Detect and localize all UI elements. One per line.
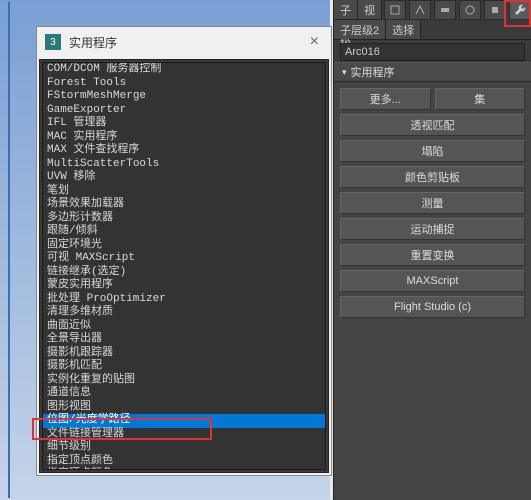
list-item[interactable]: 位图/光度学路径 <box>43 414 325 428</box>
utility-button[interactable]: 运动捕捉 <box>340 218 525 240</box>
utilities-popup: 3 实用程序 × COM/DCOM 服务器控制Forest ToolsFStor… <box>36 26 332 476</box>
list-item[interactable]: MAC 实用程序 <box>43 131 325 145</box>
utility-button[interactable]: 塌陷 <box>340 140 525 162</box>
tool-icon-4[interactable] <box>459 0 481 20</box>
list-item[interactable]: COM/DCOM 服务器控制 <box>43 63 325 77</box>
list-item[interactable]: 固定环境光 <box>43 239 325 253</box>
list-item[interactable]: MAX 文件查找程序 <box>43 144 325 158</box>
list-item[interactable]: 图形视图 <box>43 401 325 415</box>
list-item[interactable]: 可视 MAXScript <box>43 252 325 266</box>
rollout-body: 更多... 集 透视匹配塌陷颜色剪贴板测量运动捕捉重置变换 MAXScript Fl… <box>334 82 531 328</box>
popup-titlebar[interactable]: 3 实用程序 × <box>37 27 331 57</box>
list-item[interactable]: 通道信息 <box>43 387 325 401</box>
top-tabs-row1: 子层级1 视图 <box>334 0 531 20</box>
tool-icon-1[interactable] <box>384 0 406 20</box>
list-item[interactable]: 摄影机跟踪器 <box>43 347 325 361</box>
top-tabs-row2: 子层级2 选择 <box>334 20 531 40</box>
list-item[interactable]: Forest Tools <box>43 77 325 91</box>
utility-button[interactable]: 透视匹配 <box>340 114 525 136</box>
viewport-frame <box>0 2 10 498</box>
utility-button[interactable]: 测量 <box>340 192 525 214</box>
list-item[interactable]: 批处理 ProOptimizer <box>43 293 325 307</box>
list-item[interactable]: 场景效果加载器 <box>43 198 325 212</box>
tool-icon-2[interactable] <box>409 0 431 20</box>
list-item[interactable]: 摄影机匹配 <box>43 360 325 374</box>
tab-select[interactable]: 选择 <box>386 20 421 39</box>
wrench-icon[interactable] <box>509 0 531 20</box>
list-item[interactable]: MultiScatterTools <box>43 158 325 172</box>
tab-sublevel2[interactable]: 子层级2 <box>334 20 386 39</box>
list-item[interactable]: 跟随/倾斜 <box>43 225 325 239</box>
utility-button[interactable]: MAXScript <box>340 270 525 292</box>
list-item[interactable]: 清理多维材质 <box>43 306 325 320</box>
list-item[interactable]: 指定顶点颜色 <box>43 455 325 469</box>
list-item[interactable]: 笔划 <box>43 185 325 199</box>
app-icon: 3 <box>45 34 61 50</box>
utilities-list[interactable]: COM/DCOM 服务器控制Forest ToolsFStormMeshMerg… <box>42 62 326 470</box>
list-item[interactable]: 细节级别 <box>43 441 325 455</box>
list-item[interactable]: 全景导出器 <box>43 333 325 347</box>
tab-view[interactable]: 视图 <box>358 0 382 19</box>
tool-icon-5[interactable] <box>484 0 506 20</box>
list-item[interactable]: UVW 移除 <box>43 171 325 185</box>
tool-icon-3[interactable] <box>434 0 456 20</box>
list-item[interactable]: 指定顶点颜色 <box>43 468 325 470</box>
list-item[interactable]: 链接继承(选定) <box>43 266 325 280</box>
utility-button[interactable]: Flight Studio (c) <box>340 296 525 318</box>
object-name-input[interactable] <box>340 43 525 61</box>
utility-button[interactable]: 颜色剪贴板 <box>340 166 525 188</box>
list-item[interactable]: 多边形计数器 <box>43 212 325 226</box>
list-item[interactable]: GameExporter <box>43 104 325 118</box>
utility-button[interactable]: 重置变换 <box>340 244 525 266</box>
list-item[interactable]: FStormMeshMerge <box>43 90 325 104</box>
list-item[interactable]: 蒙皮实用程序 <box>43 279 325 293</box>
object-name-row <box>334 40 531 62</box>
close-icon[interactable]: × <box>306 33 323 51</box>
list-item[interactable]: 文件链接管理器 <box>43 428 325 442</box>
more-button[interactable]: 更多... <box>340 88 431 110</box>
tab-sublevel1[interactable]: 子层级1 <box>334 0 358 19</box>
popup-title: 实用程序 <box>69 34 306 51</box>
command-panel: 子层级1 视图 子层级2 选择 实用程序 更多... 集 透视匹配塌陷颜色剪贴板… <box>333 0 531 500</box>
popup-body: COM/DCOM 服务器控制Forest ToolsFStormMeshMerg… <box>39 59 329 473</box>
list-item[interactable]: 曲面近似 <box>43 320 325 334</box>
sets-button[interactable]: 集 <box>435 88 526 110</box>
list-item[interactable]: 实例化重复的贴图 <box>43 374 325 388</box>
rollout-header-utilities[interactable]: 实用程序 <box>334 62 531 82</box>
list-item[interactable]: IFL 管理器 <box>43 117 325 131</box>
